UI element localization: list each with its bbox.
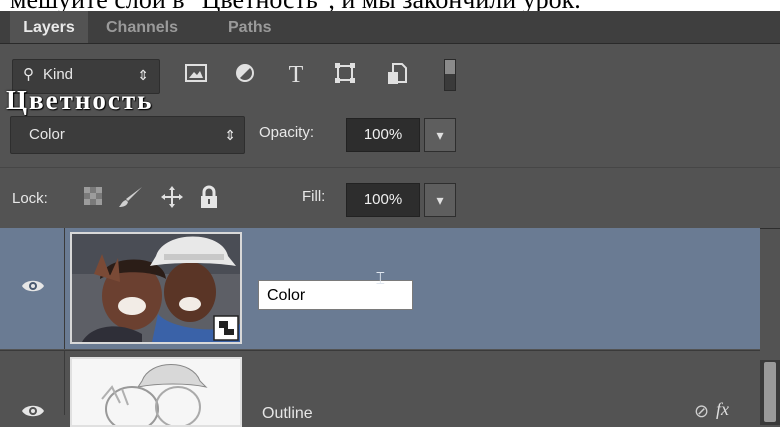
tab-layers[interactable]: Layers (10, 11, 88, 43)
eye-icon[interactable] (21, 403, 45, 419)
link-icon: ⊘ (694, 401, 710, 421)
opacity-field[interactable]: 100% (346, 118, 420, 152)
lock-all-icon[interactable] (198, 185, 222, 211)
layer-thumbnail-outline (70, 357, 242, 427)
shape-filter-icon[interactable] (334, 62, 358, 88)
smart-object-filter-icon[interactable] (386, 62, 410, 88)
blend-mode-select[interactable]: Color ⇕ (10, 116, 245, 154)
eye-icon[interactable] (21, 278, 45, 294)
lock-label: Lock: (12, 190, 48, 207)
layers-scrollbar[interactable] (760, 360, 780, 425)
visibility-cell[interactable] (0, 351, 65, 417)
image-filter-icon[interactable] (184, 62, 210, 88)
type-filter-icon[interactable]: T (284, 62, 308, 88)
caption-text: мешуйте слой в "Цветность", и мы закончи… (0, 0, 780, 11)
fx-icon[interactable]: fx (716, 399, 729, 420)
layer-row-color[interactable]: Color 𝙸 (0, 228, 760, 349)
panel-tabs: Layers Channels Paths (0, 11, 780, 44)
filter-toggle-icon[interactable] (444, 59, 456, 91)
lock-transparent-icon[interactable] (82, 185, 106, 211)
layer-row-outline[interactable]: Outline ⊘ fx (0, 350, 760, 427)
adjustment-filter-icon[interactable] (234, 62, 258, 88)
tab-channels[interactable]: Channels (106, 11, 178, 43)
tab-paths[interactable]: Paths (228, 11, 272, 43)
fill-dropdown-button[interactable]: ▾ (424, 183, 456, 217)
scrollbar-thumb[interactable] (764, 362, 776, 422)
lock-position-icon[interactable] (160, 185, 184, 211)
select-arrows-icon: ⇕ (224, 127, 236, 143)
blend-row: Color ⇕ Opacity: 100% ▾ (0, 106, 780, 161)
blend-mode-value: Color (29, 126, 65, 143)
visibility-cell[interactable] (0, 228, 65, 349)
opacity-dropdown-button[interactable]: ▾ (424, 118, 456, 152)
fill-label: Fill: (302, 188, 326, 205)
fill-field[interactable]: 100% (346, 183, 420, 217)
toggle-knob (445, 60, 455, 74)
layer-name-label: Outline (262, 405, 313, 422)
layers-panel: Layers Channels Paths ⚲ Kind ⇕ T Цветнос… (0, 11, 780, 427)
text-cursor-icon: 𝙸 (374, 268, 387, 288)
lock-brush-icon[interactable] (118, 185, 142, 211)
layer-name-input[interactable]: Color (258, 280, 413, 310)
lock-row: Lock: Fill: 100% ▾ (0, 167, 780, 229)
layer-thumbnail-photo (70, 232, 242, 344)
opacity-label: Opacity: (259, 124, 315, 141)
